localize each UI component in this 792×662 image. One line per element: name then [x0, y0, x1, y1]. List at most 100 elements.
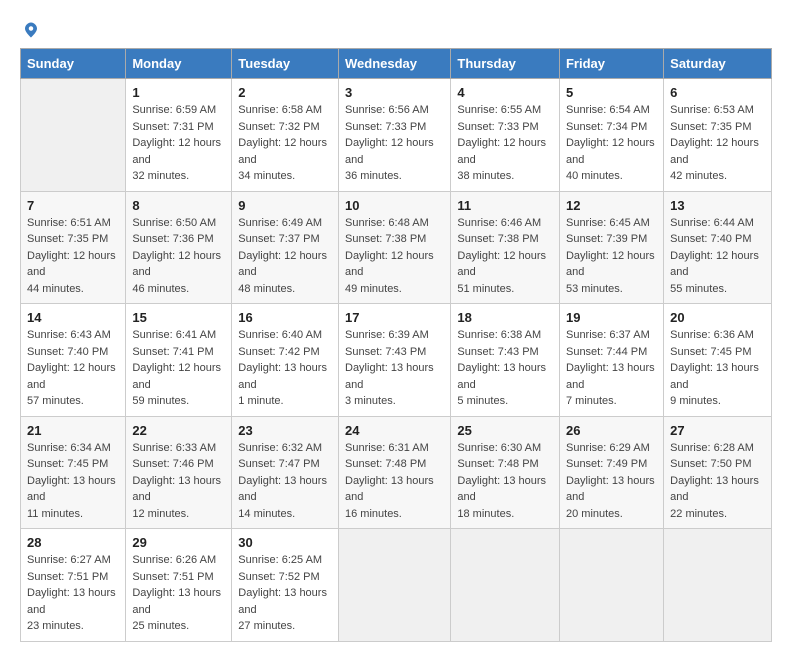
day-number: 15: [132, 310, 225, 325]
calendar-cell: 3 Sunrise: 6:56 AMSunset: 7:33 PMDaylight…: [339, 79, 451, 192]
day-number: 6: [670, 85, 765, 100]
day-number: 2: [238, 85, 332, 100]
calendar-cell: 6 Sunrise: 6:53 AMSunset: 7:35 PMDaylight…: [664, 79, 772, 192]
calendar-cell: 8 Sunrise: 6:50 AMSunset: 7:36 PMDaylight…: [126, 191, 232, 304]
calendar-cell: 20 Sunrise: 6:36 AMSunset: 7:45 PMDayligh…: [664, 304, 772, 417]
day-number: 24: [345, 423, 444, 438]
day-info: Sunrise: 6:38 AMSunset: 7:43 PMDaylight:…: [457, 327, 553, 410]
day-number: 18: [457, 310, 553, 325]
header-monday: Monday: [126, 49, 232, 79]
day-info: Sunrise: 6:43 AMSunset: 7:40 PMDaylight:…: [27, 327, 119, 410]
day-number: 19: [566, 310, 657, 325]
day-info: Sunrise: 6:50 AMSunset: 7:36 PMDaylight:…: [132, 215, 225, 298]
day-number: 17: [345, 310, 444, 325]
day-info: Sunrise: 6:36 AMSunset: 7:45 PMDaylight:…: [670, 327, 765, 410]
day-number: 9: [238, 198, 332, 213]
day-number: 4: [457, 85, 553, 100]
header-thursday: Thursday: [451, 49, 560, 79]
day-number: 10: [345, 198, 444, 213]
header-saturday: Saturday: [664, 49, 772, 79]
calendar-cell: [559, 529, 663, 642]
day-info: Sunrise: 6:26 AMSunset: 7:51 PMDaylight:…: [132, 552, 225, 635]
calendar-cell: [339, 529, 451, 642]
day-info: Sunrise: 6:29 AMSunset: 7:49 PMDaylight:…: [566, 440, 657, 523]
day-info: Sunrise: 6:54 AMSunset: 7:34 PMDaylight:…: [566, 102, 657, 185]
calendar-cell: 29 Sunrise: 6:26 AMSunset: 7:51 PMDayligh…: [126, 529, 232, 642]
day-number: 11: [457, 198, 553, 213]
day-number: 16: [238, 310, 332, 325]
day-info: Sunrise: 6:45 AMSunset: 7:39 PMDaylight:…: [566, 215, 657, 298]
day-info: Sunrise: 6:56 AMSunset: 7:33 PMDaylight:…: [345, 102, 444, 185]
day-info: Sunrise: 6:32 AMSunset: 7:47 PMDaylight:…: [238, 440, 332, 523]
calendar-cell: 30Sunrise: 6:25 AMSunset: 7:52 PMDayligh…: [232, 529, 339, 642]
calendar-week-3: 14 Sunrise: 6:43 AMSunset: 7:40 PMDayligh…: [21, 304, 772, 417]
calendar-cell: 27 Sunrise: 6:28 AMSunset: 7:50 PMDayligh…: [664, 416, 772, 529]
day-info: Sunrise: 6:28 AMSunset: 7:50 PMDaylight:…: [670, 440, 765, 523]
calendar-cell: 23 Sunrise: 6:32 AMSunset: 7:47 PMDayligh…: [232, 416, 339, 529]
calendar-cell: [664, 529, 772, 642]
day-info: Sunrise: 6:53 AMSunset: 7:35 PMDaylight:…: [670, 102, 765, 185]
calendar-cell: 10Sunrise: 6:48 AMSunset: 7:38 PMDayligh…: [339, 191, 451, 304]
day-number: 28: [27, 535, 119, 550]
day-number: 25: [457, 423, 553, 438]
day-number: 20: [670, 310, 765, 325]
day-number: 29: [132, 535, 225, 550]
day-info: Sunrise: 6:58 AMSunset: 7:32 PMDaylight:…: [238, 102, 332, 185]
day-info: Sunrise: 6:51 AMSunset: 7:35 PMDaylight:…: [27, 215, 119, 298]
calendar-cell: 11 Sunrise: 6:46 AMSunset: 7:38 PMDayligh…: [451, 191, 560, 304]
calendar-cell: 24 Sunrise: 6:31 AMSunset: 7:48 PMDayligh…: [339, 416, 451, 529]
calendar-cell: 16 Sunrise: 6:40 AMSunset: 7:42 PMDayligh…: [232, 304, 339, 417]
day-number: 30: [238, 535, 332, 550]
day-info: Sunrise: 6:37 AMSunset: 7:44 PMDaylight:…: [566, 327, 657, 410]
header-tuesday: Tuesday: [232, 49, 339, 79]
day-number: 3: [345, 85, 444, 100]
day-info: Sunrise: 6:30 AMSunset: 7:48 PMDaylight:…: [457, 440, 553, 523]
calendar-cell: 21Sunrise: 6:34 AMSunset: 7:45 PMDayligh…: [21, 416, 126, 529]
calendar-cell: 19 Sunrise: 6:37 AMSunset: 7:44 PMDayligh…: [559, 304, 663, 417]
day-info: Sunrise: 6:44 AMSunset: 7:40 PMDaylight:…: [670, 215, 765, 298]
day-info: Sunrise: 6:49 AMSunset: 7:37 PMDaylight:…: [238, 215, 332, 298]
day-info: Sunrise: 6:40 AMSunset: 7:42 PMDaylight:…: [238, 327, 332, 410]
day-info: Sunrise: 6:33 AMSunset: 7:46 PMDaylight:…: [132, 440, 225, 523]
calendar-cell: 7Sunrise: 6:51 AMSunset: 7:35 PMDaylight…: [21, 191, 126, 304]
logo: [20, 20, 40, 40]
calendar-cell: [451, 529, 560, 642]
header-wednesday: Wednesday: [339, 49, 451, 79]
calendar-table: SundayMondayTuesdayWednesdayThursdayFrid…: [20, 48, 772, 642]
header-friday: Friday: [559, 49, 663, 79]
day-info: Sunrise: 6:41 AMSunset: 7:41 PMDaylight:…: [132, 327, 225, 410]
calendar-week-1: 1Sunrise: 6:59 AMSunset: 7:31 PMDaylight…: [21, 79, 772, 192]
day-info: Sunrise: 6:31 AMSunset: 7:48 PMDaylight:…: [345, 440, 444, 523]
page-header: [20, 20, 772, 40]
calendar-cell: 2 Sunrise: 6:58 AMSunset: 7:32 PMDaylight…: [232, 79, 339, 192]
calendar-cell: [21, 79, 126, 192]
day-number: 27: [670, 423, 765, 438]
calendar-week-4: 21Sunrise: 6:34 AMSunset: 7:45 PMDayligh…: [21, 416, 772, 529]
day-number: 23: [238, 423, 332, 438]
day-number: 12: [566, 198, 657, 213]
calendar-cell: 26 Sunrise: 6:29 AMSunset: 7:49 PMDayligh…: [559, 416, 663, 529]
calendar-header-row: SundayMondayTuesdayWednesdayThursdayFrid…: [21, 49, 772, 79]
calendar-week-2: 7Sunrise: 6:51 AMSunset: 7:35 PMDaylight…: [21, 191, 772, 304]
day-number: 26: [566, 423, 657, 438]
calendar-cell: 4 Sunrise: 6:55 AMSunset: 7:33 PMDaylight…: [451, 79, 560, 192]
calendar-cell: 25 Sunrise: 6:30 AMSunset: 7:48 PMDayligh…: [451, 416, 560, 529]
calendar-cell: 15 Sunrise: 6:41 AMSunset: 7:41 PMDayligh…: [126, 304, 232, 417]
calendar-cell: 12 Sunrise: 6:45 AMSunset: 7:39 PMDayligh…: [559, 191, 663, 304]
calendar-cell: 5 Sunrise: 6:54 AMSunset: 7:34 PMDaylight…: [559, 79, 663, 192]
day-number: 21: [27, 423, 119, 438]
day-info: Sunrise: 6:55 AMSunset: 7:33 PMDaylight:…: [457, 102, 553, 185]
calendar-cell: 28 Sunrise: 6:27 AMSunset: 7:51 PMDayligh…: [21, 529, 126, 642]
day-info: Sunrise: 6:27 AMSunset: 7:51 PMDaylight:…: [27, 552, 119, 635]
day-number: 8: [132, 198, 225, 213]
logo-icon: [22, 21, 40, 39]
day-number: 14: [27, 310, 119, 325]
calendar-cell: 9 Sunrise: 6:49 AMSunset: 7:37 PMDaylight…: [232, 191, 339, 304]
calendar-cell: 13 Sunrise: 6:44 AMSunset: 7:40 PMDayligh…: [664, 191, 772, 304]
day-number: 5: [566, 85, 657, 100]
day-number: 13: [670, 198, 765, 213]
calendar-cell: 17Sunrise: 6:39 AMSunset: 7:43 PMDayligh…: [339, 304, 451, 417]
calendar-cell: 1Sunrise: 6:59 AMSunset: 7:31 PMDaylight…: [126, 79, 232, 192]
calendar-week-5: 28 Sunrise: 6:27 AMSunset: 7:51 PMDayligh…: [21, 529, 772, 642]
day-info: Sunrise: 6:46 AMSunset: 7:38 PMDaylight:…: [457, 215, 553, 298]
